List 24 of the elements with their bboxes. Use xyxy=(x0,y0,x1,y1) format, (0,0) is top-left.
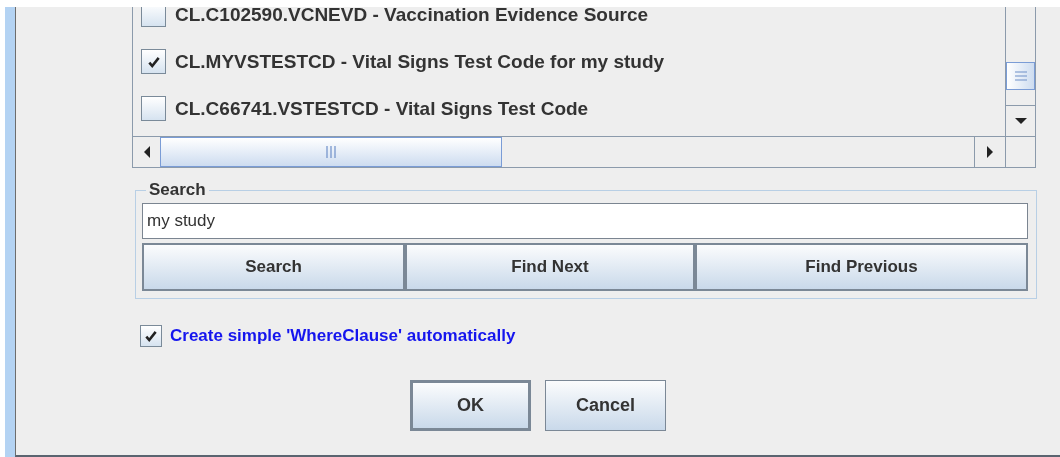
group-title: Search xyxy=(148,180,207,200)
grip-icon xyxy=(1013,71,1028,81)
search-field[interactable]: my study xyxy=(142,203,1028,239)
cancel-button[interactable]: Cancel xyxy=(545,380,666,431)
search-button[interactable]: Search xyxy=(142,243,405,291)
list-item-label[interactable]: CL.C102590.VCNEVD - Vaccination Evidence Source xyxy=(175,7,649,26)
checkbox[interactable] xyxy=(141,96,166,121)
checkmark-icon xyxy=(144,329,158,343)
arrow-right-icon[interactable] xyxy=(986,145,994,159)
arrow-down-icon[interactable] xyxy=(1013,117,1028,125)
checkmark-icon xyxy=(146,54,161,69)
horizontal-scrollbar[interactable] xyxy=(133,136,1005,167)
checkbox-label[interactable]: Create simple 'WhereClause' automatically xyxy=(170,326,516,346)
checkbox[interactable] xyxy=(141,49,166,74)
grip-icon xyxy=(326,145,336,159)
arrow-left-icon[interactable] xyxy=(142,145,151,159)
checkbox[interactable] xyxy=(141,7,166,27)
find-previous-button[interactable]: Find Previous xyxy=(695,243,1028,291)
list-item-label[interactable]: CL.C66741.VSTESTCD - Vital Signs Test Code xyxy=(175,97,589,120)
checkbox[interactable] xyxy=(140,325,162,347)
find-next-button[interactable]: Find Next xyxy=(405,243,695,291)
ok-button[interactable]: OK xyxy=(410,380,531,431)
list-item-label[interactable]: CL.MYVSTESTCD - Vital Signs Test Code for my study xyxy=(175,50,665,73)
vertical-scrollbar[interactable] xyxy=(1005,7,1035,136)
